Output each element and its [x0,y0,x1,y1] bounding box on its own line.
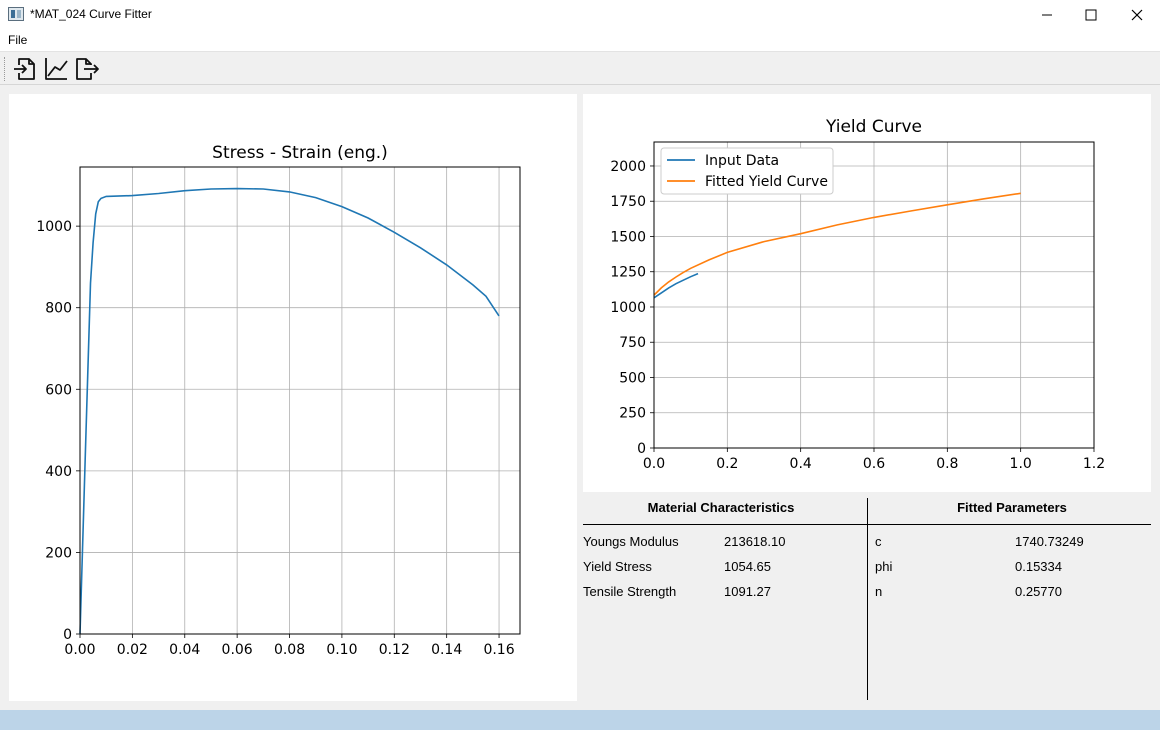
param-label: phi [875,559,893,574]
param-label: n [875,584,883,599]
status-bar [0,710,1160,730]
y-tick-label: 1000 [36,219,72,235]
y-tick-label: 200 [45,545,72,561]
x-tick-label: 0.06 [222,642,253,658]
material-label: Tensile Strength [583,584,677,599]
x-tick-label: 0.4 [790,456,812,472]
material-value: 1054.65 [724,559,771,574]
x-tick-label: 0.8 [936,456,958,472]
y-tick-label: 400 [45,464,72,480]
stress-strain-chart: 0.00 0.02 0.04 0.06 0.08 0.10 0.12 0.14 0.16 0 200… [36,143,521,658]
plot-button[interactable] [41,54,71,84]
param-value: 0.15334 [1015,559,1062,574]
minimize-button[interactable] [1024,0,1070,30]
x-tick-label: 1.0 [1010,456,1032,472]
toolbar-grip[interactable] [4,57,7,81]
series-line [653,192,1021,296]
plot-curve-icon [45,58,68,80]
window-title: *MAT_024 Curve Fitter [30,7,152,21]
yield-curve-plot: 0.0 0.2 0.4 0.6 0.8 1.0 1.2 0 250 500 750 1000 1250 1… [583,94,1151,492]
plot-frame [79,166,521,635]
import-file-icon [14,58,35,80]
material-label: Youngs Modulus [583,534,679,549]
x-tick-label: 0.16 [483,642,514,658]
y-tick-label: 250 [619,406,646,422]
x-tick-label: 0.12 [379,642,410,658]
y-tick-label: 1750 [610,194,646,210]
x-tick-label: 0.02 [117,642,148,658]
yield-curve-chart: 0.0 0.2 0.4 0.6 0.8 1.0 1.2 0 250 500 750 1000 1250 1… [610,117,1105,472]
export-button[interactable] [72,54,102,84]
results-tables: Material Characteristics Fitted Paramete… [583,492,1160,702]
y-tick-label: 0 [63,627,72,643]
y-tick-label: 500 [619,370,646,386]
export-file-icon [76,58,99,80]
maximize-button[interactable] [1068,0,1114,30]
menu-file[interactable]: File [8,33,27,47]
param-value: 0.25770 [1015,584,1062,599]
y-tick-label: 1250 [610,265,646,281]
x-tick-label: 0.04 [169,642,200,658]
x-tick-label: 0.0 [643,456,665,472]
x-tick-label: 1.2 [1083,456,1105,472]
material-value: 213618.10 [724,534,786,549]
fitted-header: Fitted Parameters [957,500,1067,515]
toolbar [0,51,1160,85]
x-tick-label: 0.10 [326,642,357,658]
x-tick-label: 0.14 [431,642,462,658]
x-tick-label: 0.2 [716,456,738,472]
material-value: 1091.27 [724,584,771,599]
minimize-icon [1042,14,1052,16]
y-tick-label: 750 [619,335,646,351]
param-label: c [875,534,882,549]
y-tick-label: 600 [45,382,72,398]
title-bar: *MAT_024 Curve Fitter [0,0,1160,30]
chart-title: Yield Curve [825,117,922,137]
y-tick-label: 1500 [610,229,646,245]
material-header: Material Characteristics [647,500,795,515]
x-tick-label: 0.08 [274,642,305,658]
import-button[interactable] [10,54,40,84]
material-label: Yield Stress [583,559,652,574]
close-icon [1131,9,1143,21]
x-tick-label: 0.6 [863,456,885,472]
maximize-icon [1085,9,1097,21]
table-column-divider [867,498,868,700]
chart-title: Stress - Strain (eng.) [212,143,388,163]
close-button[interactable] [1114,0,1160,30]
x-tick-label: 0.00 [64,642,95,658]
param-value: 1740.73249 [1015,534,1084,549]
y-tick-label: 800 [45,301,72,317]
y-tick-label: 0 [637,441,646,457]
y-tick-label: 1000 [610,300,646,316]
legend-label: Input Data [705,153,779,169]
y-tick-label: 2000 [610,159,646,175]
stress-strain-plot: 0.00 0.02 0.04 0.06 0.08 0.10 0.12 0.14 0.16 0 200… [9,94,577,701]
app-icon [8,7,24,21]
menu-bar: File [0,30,1160,51]
legend-label: Fitted Yield Curve [705,174,828,190]
